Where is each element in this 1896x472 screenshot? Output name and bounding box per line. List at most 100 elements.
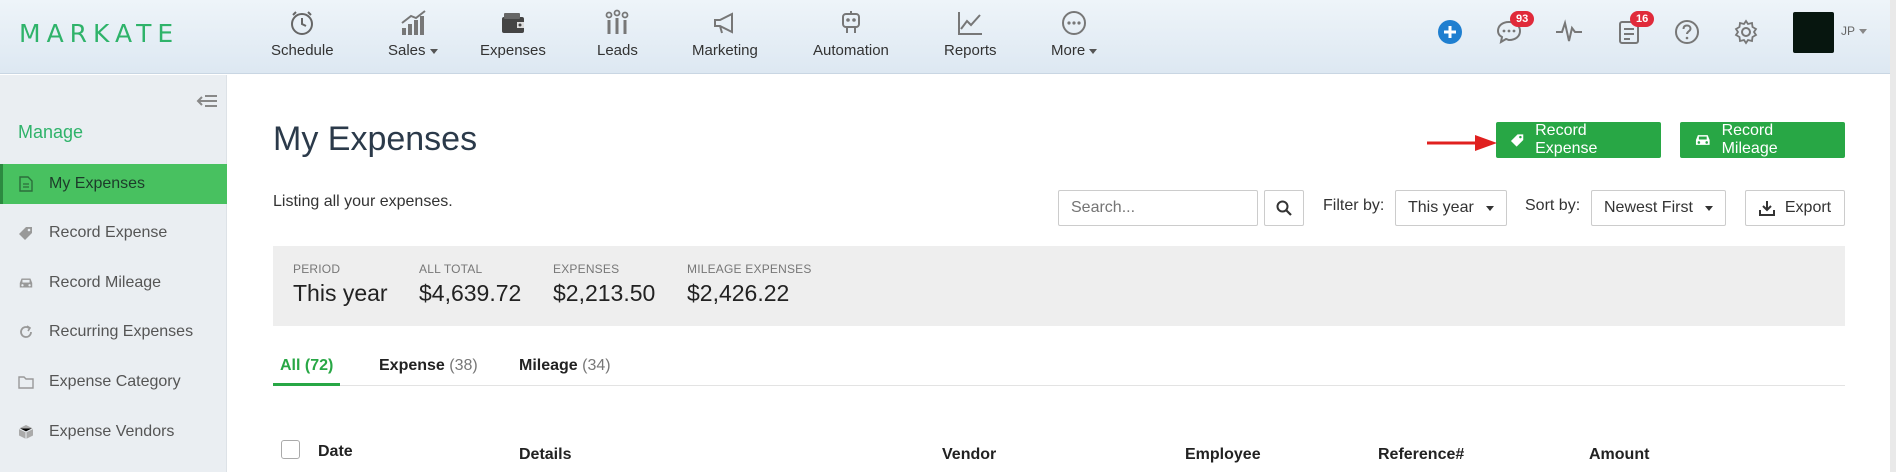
sort-value: Newest First — [1604, 199, 1693, 216]
nav-marketing[interactable]: Marketing — [692, 8, 758, 68]
sales-chart-icon — [398, 8, 428, 38]
tasks-button[interactable]: 16 — [1614, 11, 1655, 47]
sidebar-item-label: My Expenses — [49, 175, 146, 192]
expense-tabs: All (72) Expense (38) Mileage (34) — [273, 345, 1845, 386]
tab-count: (34) — [582, 357, 611, 374]
sidebar: Manage My Expenses Record Expense Record… — [0, 75, 227, 472]
document-icon — [18, 176, 34, 192]
sidebar-item-expense-vendors[interactable]: Expense Vendors — [0, 412, 227, 452]
nav-reports[interactable]: Reports — [944, 8, 997, 68]
refresh-icon — [18, 324, 34, 340]
main-content: My Expenses Record Expense Record Mileag… — [228, 75, 1890, 472]
tasks-badge: 16 — [1630, 11, 1655, 27]
record-mileage-label: Record Mileage — [1721, 122, 1778, 157]
nav-label: Marketing — [692, 42, 758, 59]
nav-more[interactable]: More — [1051, 8, 1098, 68]
stat-period: PERIOD This year — [293, 262, 388, 307]
chevron-down-icon — [1089, 48, 1098, 54]
sort-select[interactable]: Newest First — [1591, 190, 1726, 226]
stat-mileage-expenses: MILEAGE EXPENSES $2,426.22 — [687, 262, 812, 307]
user-initials: JP — [1841, 24, 1856, 38]
column-header-vendor[interactable]: Vendor — [942, 446, 996, 464]
summary-panel: PERIOD This year ALL TOTAL $4,639.72 EXP… — [273, 246, 1845, 326]
page-title: My Expenses — [273, 120, 478, 158]
tab-label: Mileage — [519, 357, 578, 374]
markate-logo[interactable]: MARKATE — [19, 19, 179, 48]
tag-icon — [18, 225, 34, 241]
sidebar-item-record-mileage[interactable]: Record Mileage — [0, 263, 227, 303]
tab-label: All — [280, 357, 301, 374]
wallet-icon — [498, 8, 528, 38]
tab-all[interactable]: All (72) — [273, 345, 341, 386]
sidebar-item-label: Record Mileage — [49, 274, 162, 291]
sidebar-item-label: Expense Category — [49, 373, 181, 390]
activity-button[interactable] — [1554, 17, 1584, 47]
search-icon — [1276, 200, 1292, 216]
search-input[interactable] — [1058, 190, 1258, 226]
chevron-down-icon — [1704, 205, 1713, 211]
tab-expense[interactable]: Expense (38) — [372, 345, 485, 386]
nav-label: Schedule — [271, 42, 334, 59]
folder-icon — [18, 374, 34, 390]
more-dots-icon — [1059, 8, 1089, 38]
nav-leads[interactable]: Leads — [597, 8, 638, 68]
column-header-details[interactable]: Details — [519, 446, 571, 464]
record-mileage-button[interactable]: Record Mileage — [1680, 122, 1845, 158]
column-header-date[interactable]: Date — [318, 443, 353, 461]
line-chart-icon — [955, 8, 985, 38]
sidebar-title: Manage — [18, 122, 84, 142]
column-header-reference[interactable]: Reference# — [1378, 446, 1464, 464]
megaphone-icon — [710, 8, 740, 38]
page-subtitle: Listing all your expenses. — [273, 193, 453, 210]
column-header-amount[interactable]: Amount — [1589, 446, 1649, 464]
annotation-arrow — [1427, 135, 1497, 151]
settings-button[interactable] — [1731, 17, 1761, 47]
page-scrollbar[interactable] — [1890, 0, 1896, 472]
sidebar-item-record-expense[interactable]: Record Expense — [0, 213, 227, 253]
messages-button[interactable]: 93 — [1494, 11, 1535, 47]
stat-label: PERIOD — [293, 262, 341, 276]
plus-circle-icon — [1438, 20, 1462, 44]
download-icon — [1758, 201, 1775, 216]
tab-count: (38) — [449, 357, 478, 374]
help-icon — [1675, 20, 1699, 44]
box-icon — [18, 424, 34, 440]
nav-label: Automation — [813, 42, 889, 59]
chevron-down-icon — [1485, 205, 1494, 211]
stat-label: ALL TOTAL — [419, 262, 483, 276]
stat-value: This year — [293, 280, 388, 306]
nav-schedule[interactable]: Schedule — [271, 8, 334, 68]
export-label: Export — [1784, 199, 1832, 216]
nav-sales[interactable]: Sales — [388, 8, 438, 68]
gear-icon — [1734, 19, 1758, 45]
clock-icon — [287, 8, 317, 38]
search-button[interactable] — [1264, 190, 1304, 226]
nav-label: More — [1051, 42, 1086, 59]
collapse-sidebar-icon[interactable] — [196, 93, 218, 113]
sidebar-item-recurring-expenses[interactable]: Recurring Expenses — [0, 312, 227, 352]
avatar[interactable] — [1793, 12, 1834, 53]
tab-mileage[interactable]: Mileage (34) — [512, 345, 618, 386]
sidebar-item-label: Recurring Expenses — [49, 323, 194, 340]
sidebar-item-my-expenses[interactable]: My Expenses — [0, 164, 227, 204]
pulse-icon — [1556, 19, 1582, 42]
nav-expenses[interactable]: Expenses — [480, 8, 546, 68]
tag-icon — [1510, 134, 1524, 147]
filter-value: This year — [1408, 199, 1474, 216]
select-all-checkbox[interactable] — [281, 440, 300, 459]
sort-label: Sort by: — [1525, 197, 1581, 214]
sidebar-item-label: Expense Vendors — [49, 423, 175, 440]
top-navbar: MARKATE Schedule Sales Expenses Leads Ma… — [0, 0, 1890, 74]
help-button[interactable] — [1672, 17, 1702, 47]
stat-label: EXPENSES — [553, 262, 620, 276]
add-new-button[interactable] — [1435, 17, 1465, 47]
record-expense-button[interactable]: Record Expense — [1496, 122, 1661, 158]
car-icon — [18, 275, 34, 291]
column-header-employee[interactable]: Employee — [1185, 446, 1261, 464]
sidebar-item-expense-category[interactable]: Expense Category — [0, 362, 227, 402]
tab-count: (72) — [304, 357, 334, 374]
stat-value: $4,639.72 — [419, 280, 522, 306]
filter-select[interactable]: This year — [1395, 190, 1507, 226]
export-button[interactable]: Export — [1745, 190, 1845, 226]
nav-automation[interactable]: Automation — [813, 8, 889, 68]
